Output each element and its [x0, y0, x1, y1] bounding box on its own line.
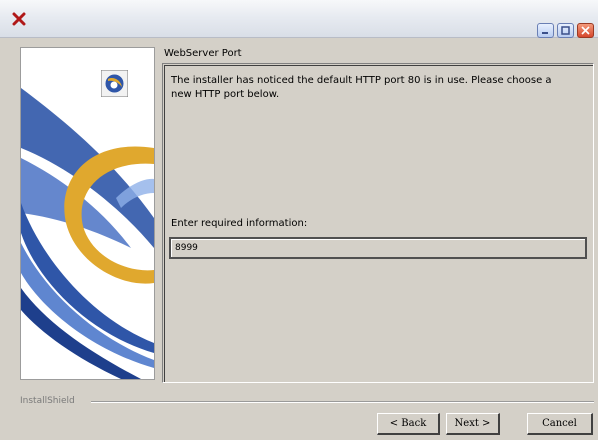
content-inner: The installer has noticed the default HT… — [164, 65, 593, 382]
installshield-brand-label: InstallShield — [20, 396, 75, 406]
next-button[interactable]: Next > — [446, 413, 500, 435]
title-bar[interactable] — [0, 0, 598, 38]
installshield-logo-icon — [101, 70, 128, 97]
back-button[interactable]: < Back — [377, 413, 440, 435]
field-label: Enter required information: — [171, 218, 308, 229]
http-port-input[interactable] — [169, 237, 587, 259]
maximize-icon — [561, 26, 570, 35]
minimize-icon — [542, 32, 548, 34]
maximize-button[interactable] — [557, 23, 574, 38]
window-controls — [537, 23, 594, 38]
close-icon — [581, 26, 590, 35]
installer-window: WebServer Port The installer has noticed… — [0, 0, 598, 440]
wizard-side-artwork — [20, 47, 155, 380]
port-in-use-message: The installer has noticed the default HT… — [171, 75, 552, 100]
footer-divider — [91, 401, 594, 403]
minimize-button[interactable] — [537, 23, 554, 38]
page-title: WebServer Port — [164, 48, 242, 59]
close-button[interactable] — [577, 23, 594, 38]
cancel-button[interactable]: Cancel — [527, 413, 593, 435]
content-panel: The installer has noticed the default HT… — [162, 63, 594, 383]
red-x-icon — [12, 12, 26, 26]
swoosh-graphic — [21, 48, 154, 379]
